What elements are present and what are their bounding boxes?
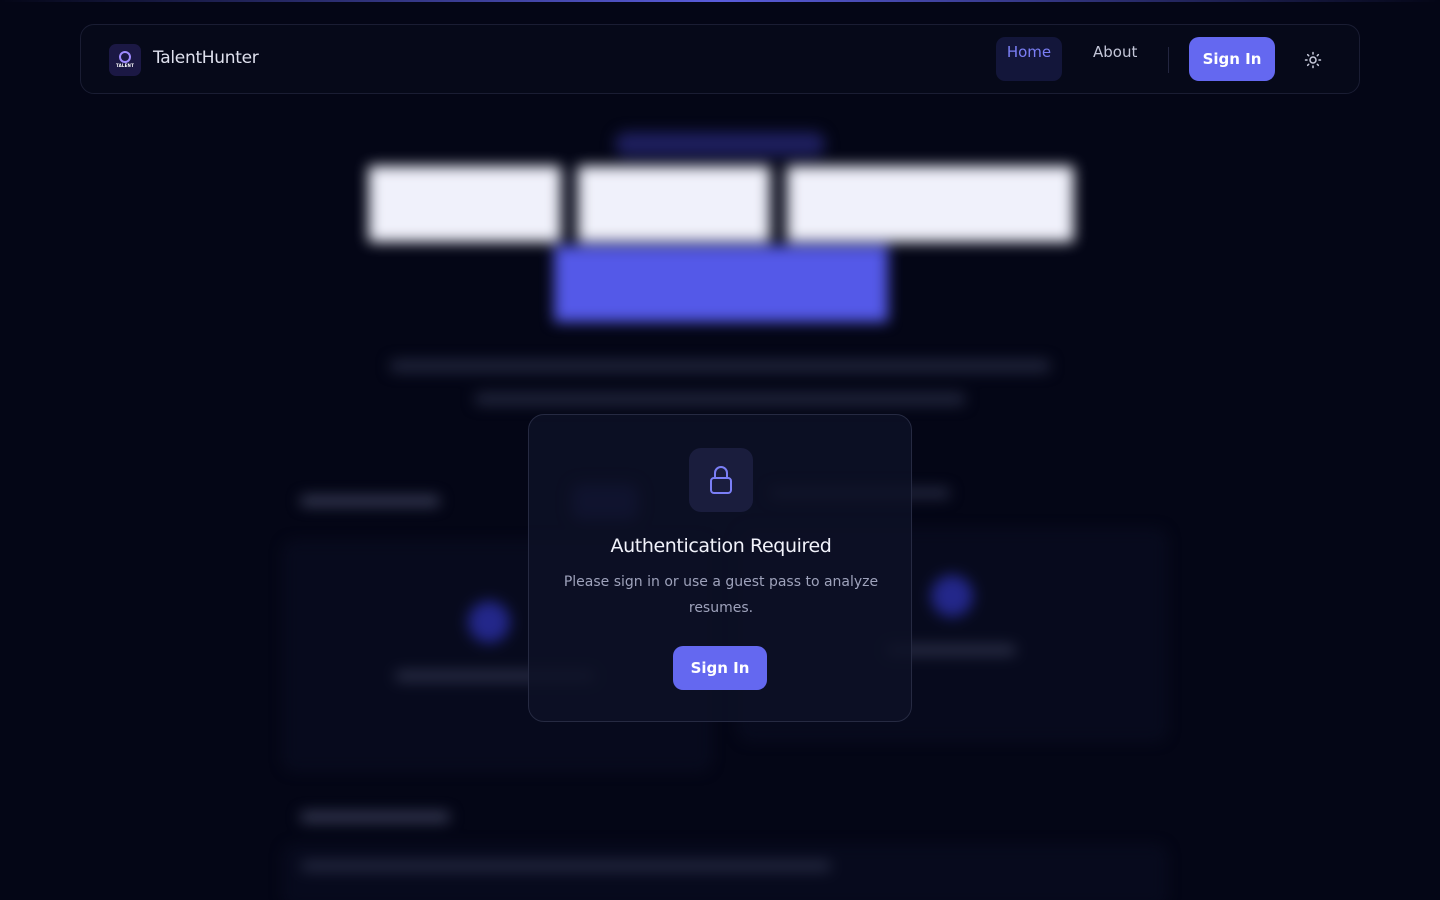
navbar: TALENT TalentHunter Home About Sign In (80, 24, 1360, 94)
brand-name[interactable]: TalentHunter (153, 48, 259, 68)
nav-sign-in-button[interactable]: Sign In (1189, 37, 1275, 81)
nav-divider (1168, 47, 1169, 73)
sun-icon (1304, 51, 1322, 69)
modal-message: Please sign in or use a guest pass to an… (563, 574, 879, 616)
theme-toggle-button[interactable] (1301, 48, 1325, 72)
nav-home-link[interactable]: Home (996, 37, 1062, 81)
modal-title: Authentication Required (610, 535, 832, 557)
lock-icon (710, 466, 732, 494)
nav-about-link[interactable]: About (1093, 43, 1137, 61)
bottom-panel (284, 846, 1166, 900)
panel-heading-left (300, 496, 440, 506)
talenthunter-logo[interactable]: TALENT (109, 44, 141, 76)
section-heading-bottom (300, 812, 450, 822)
hero-badge (615, 132, 825, 156)
authentication-modal: Authentication Required Please sign in o… (528, 414, 912, 722)
modal-sign-in-button[interactable]: Sign In (673, 646, 767, 690)
hero-title-blurred: ████ ████ ██████ (369, 168, 1073, 242)
logo-text: TALENT (115, 62, 135, 68)
logo-person-icon (119, 50, 131, 63)
hero-title-accent-blurred: ███████ (554, 248, 888, 322)
hero-subtitle-blurred (370, 350, 1070, 405)
lock-icon-container (689, 448, 753, 512)
